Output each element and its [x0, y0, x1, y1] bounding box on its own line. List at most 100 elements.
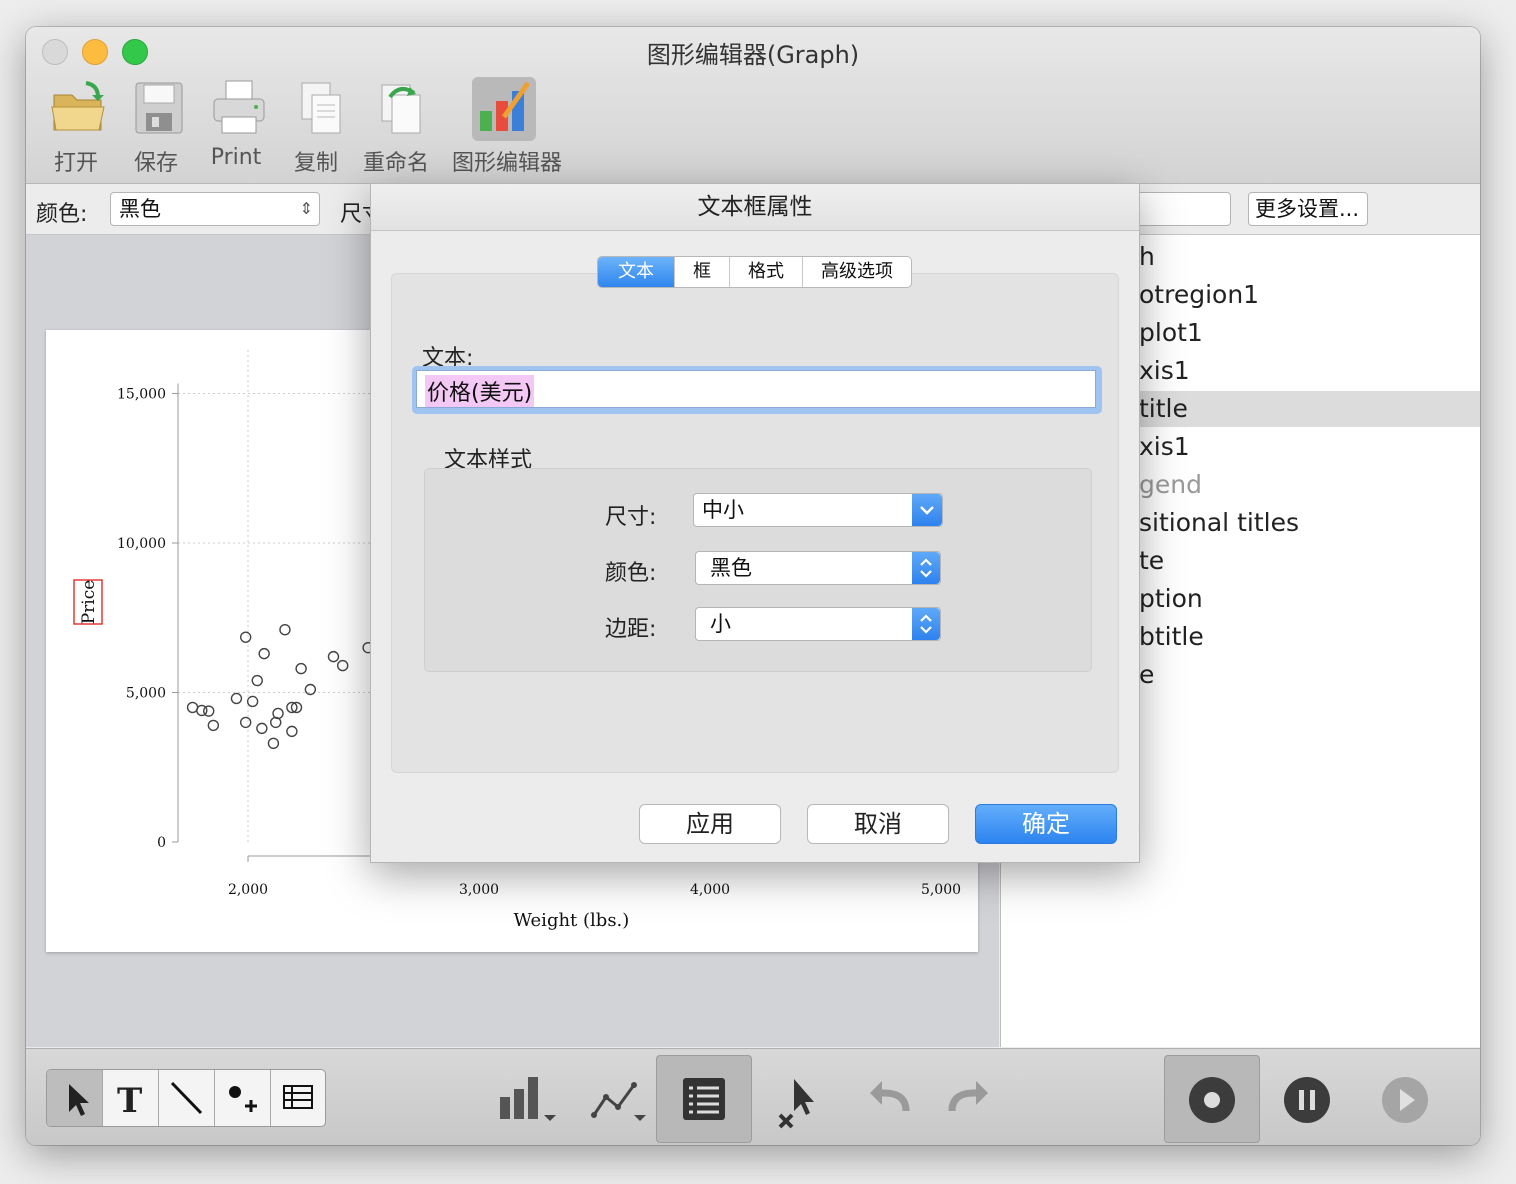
object-browser-list-icon: [683, 1078, 725, 1120]
color-popup-value: 黑色: [710, 556, 752, 580]
x-tick-label: 3,000: [459, 882, 499, 898]
textbox-properties-dialog: 文本框属性 文本: 价格(美元) 文本样式 尺寸: 中小 颜色: 黑色 边距: …: [370, 183, 1140, 863]
cancel-button[interactable]: 取消: [807, 804, 949, 844]
printer-icon: [213, 80, 265, 134]
folder-open-icon: [51, 81, 105, 131]
window-title: 图形编辑器(Graph): [646, 41, 860, 69]
data-point: [337, 659, 349, 672]
add-marker-icon: [229, 1086, 257, 1112]
data-point: [251, 674, 263, 687]
updown-arrows-icon: ⇕: [299, 199, 313, 218]
table-tool[interactable]: [271, 1070, 325, 1126]
line-chart-icon[interactable]: [588, 1077, 652, 1125]
tree-item-label: otregion1: [1139, 280, 1260, 309]
data-point: [239, 716, 252, 729]
table-grid-icon: [283, 1085, 313, 1109]
graph-editor-button[interactable]: 图形编辑器: [452, 77, 562, 177]
svg-text:T: T: [117, 1081, 142, 1121]
updown-arrows-icon: [912, 552, 940, 584]
rename-label: 重命名: [362, 151, 429, 176]
text-input[interactable]: 价格(美元): [416, 370, 1096, 408]
play-icon[interactable]: [1380, 1075, 1430, 1125]
undo-icon[interactable]: [866, 1079, 914, 1119]
size-dropdown-value: 中小: [702, 498, 744, 522]
y-axis-label: Price: [79, 580, 99, 625]
text-tool[interactable]: T: [103, 1070, 159, 1126]
record-toggle[interactable]: [1164, 1055, 1260, 1143]
x-tick-label: 4,000: [690, 882, 730, 898]
tab-panel: 文本: 价格(美元) 文本样式 尺寸: 中小 颜色: 黑色 边距: 小: [391, 273, 1119, 773]
line-tool[interactable]: [159, 1070, 215, 1126]
save-button[interactable]: 保存: [116, 77, 196, 177]
x-tick-label: 5,000: [921, 882, 961, 898]
tree-item-label: title: [1139, 394, 1188, 423]
graph-editor-chart-icon: [480, 81, 531, 131]
y-tick-label: 10,000: [117, 536, 166, 552]
pointer-tool[interactable]: [47, 1070, 103, 1126]
data-point: [286, 725, 298, 738]
grab-pointer-icon[interactable]: [774, 1075, 826, 1131]
marker-tool[interactable]: [215, 1070, 271, 1126]
data-point: [246, 695, 259, 708]
pause-icon[interactable]: [1282, 1075, 1332, 1125]
color-label: 颜色:: [36, 202, 88, 227]
graph-editor-label: 图形编辑器: [451, 151, 562, 176]
data-point: [230, 692, 243, 705]
data-point: [186, 701, 199, 714]
print-button[interactable]: Print: [196, 77, 276, 177]
text-input-value: 价格(美元): [425, 375, 535, 407]
data-point: [258, 647, 270, 660]
size-dropdown[interactable]: 中小: [693, 493, 943, 527]
pointer-icon: [69, 1084, 89, 1116]
apply-button[interactable]: 应用: [639, 804, 781, 844]
color-field-label: 颜色:: [605, 561, 657, 586]
object-browser-toggle[interactable]: [656, 1055, 752, 1143]
tab-advanced[interactable]: 高级选项: [803, 257, 911, 287]
open-button[interactable]: 打开: [36, 77, 116, 177]
rename-document-icon: [381, 84, 421, 134]
tree-item-label: e: [1139, 660, 1155, 689]
data-point: [239, 631, 252, 643]
margin-field-label: 边距:: [605, 617, 657, 642]
text-input-focus-ring: 价格(美元): [412, 366, 1102, 414]
y-tick-label: 15,000: [117, 387, 166, 403]
tree-item-label: btitle: [1139, 622, 1204, 651]
data-point: [270, 716, 282, 729]
tree-item-label: ption: [1139, 584, 1203, 613]
copy-button[interactable]: 复制: [276, 77, 356, 177]
data-point: [279, 624, 291, 636]
line-tool-icon: [170, 1081, 203, 1115]
x-axis-label: Weight (lbs.): [514, 910, 630, 931]
tab-format[interactable]: 格式: [730, 257, 803, 287]
data-point: [203, 705, 215, 717]
titlebar: 图形编辑器(Graph) 打开 保存 Print 复制 重命名 图形编辑器: [26, 27, 1480, 184]
record-icon: [1189, 1077, 1235, 1123]
updown-arrows-icon: [912, 608, 940, 640]
bar-chart-icon[interactable]: [496, 1073, 560, 1125]
redo-icon[interactable]: [944, 1079, 992, 1119]
tab-bar: 文本 框 格式 高级选项: [597, 256, 912, 288]
copy-documents-icon: [301, 82, 341, 134]
tree-item-label: plot1: [1139, 318, 1203, 347]
rename-button[interactable]: 重命名: [356, 77, 436, 177]
tab-text[interactable]: 文本: [598, 257, 675, 287]
tab-box[interactable]: 框: [675, 257, 730, 287]
tree-item-label: sitional titles: [1139, 508, 1299, 537]
data-point: [207, 719, 220, 732]
data-point: [256, 722, 268, 735]
y-tick-label: 5,000: [126, 686, 166, 702]
margin-popup[interactable]: 小: [695, 607, 941, 641]
tree-item-label: gend: [1139, 470, 1202, 499]
floppy-disk-icon: [135, 82, 183, 134]
ok-button[interactable]: 确定: [975, 804, 1117, 844]
data-point: [327, 650, 340, 663]
tree-item-label: xis1: [1139, 432, 1190, 461]
color-select-value: 黑色: [119, 197, 161, 221]
color-select[interactable]: 黑色 ⇕: [110, 192, 320, 226]
x-tick-label: 2,000: [228, 882, 268, 898]
color-popup[interactable]: 黑色: [695, 551, 941, 585]
chevron-down-icon: [912, 494, 942, 526]
data-point: [295, 662, 307, 675]
more-settings-button[interactable]: 更多设置...: [1248, 192, 1368, 226]
tree-item-label: te: [1139, 546, 1165, 575]
